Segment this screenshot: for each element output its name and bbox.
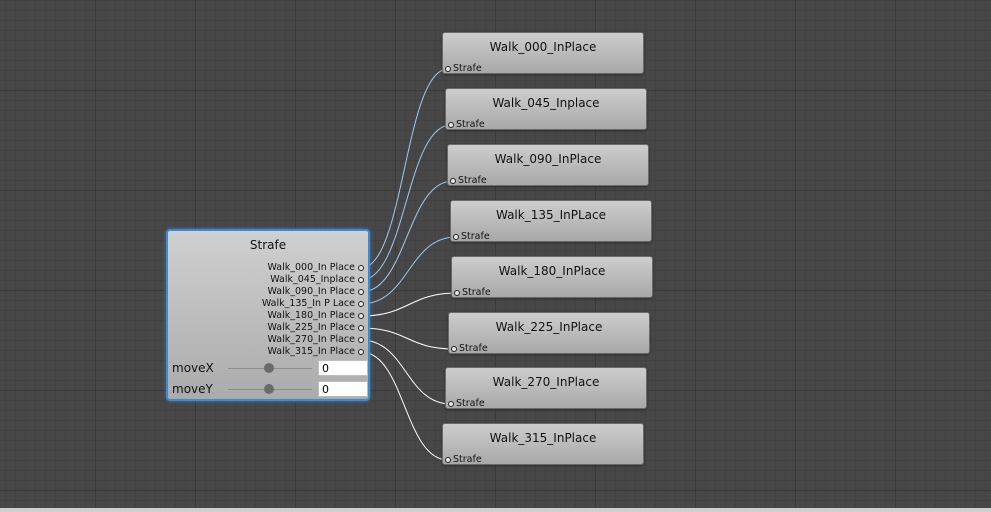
param-label-movey: moveY: [172, 382, 213, 396]
output-port-dot[interactable]: [358, 337, 364, 343]
blend-tree-graph-canvas[interactable]: Strafe Walk_000_In Place Walk_045_Inplac…: [0, 0, 991, 512]
output-port-walk-135[interactable]: Walk_135_In P Lace: [262, 298, 364, 310]
param-value-input-movey[interactable]: [318, 381, 368, 397]
connection-wire: [360, 339, 452, 405]
output-port-walk-270[interactable]: Walk_270_In Place: [268, 334, 364, 346]
output-port-dot[interactable]: [358, 277, 364, 283]
motion-node-walk-270[interactable]: Walk_270_InPlace Strafe: [445, 367, 647, 409]
motion-node-walk-180[interactable]: Walk_180_InPlace Strafe: [451, 256, 653, 298]
motion-node-title: Walk_135_InPLace: [495, 208, 607, 222]
output-port-walk-225[interactable]: Walk_225_In Place: [268, 322, 364, 334]
param-slider-knob-movex[interactable]: [264, 363, 274, 373]
param-value-input-movex[interactable]: [318, 360, 368, 376]
motion-node-title: Walk_270_InPlace: [492, 375, 600, 389]
output-port-dot[interactable]: [358, 325, 364, 331]
input-port-label: Strafe: [456, 398, 485, 409]
motion-node-title: Walk_180_InPlace: [498, 264, 606, 278]
input-port-dot[interactable]: [448, 122, 454, 128]
graph-bottom-strip: [0, 508, 991, 512]
output-port-label: Walk_090_In Place: [267, 286, 355, 297]
input-port-dot[interactable]: [445, 457, 451, 463]
connection-wire: [360, 292, 458, 317]
output-port-dot[interactable]: [358, 289, 364, 295]
input-port-label: Strafe: [456, 119, 485, 130]
input-port-label: Strafe: [453, 63, 482, 74]
input-port-label: Strafe: [459, 343, 488, 354]
motion-node-walk-135[interactable]: Walk_135_InPLace Strafe: [450, 200, 652, 242]
motion-node-walk-000[interactable]: Walk_000_InPlace Strafe: [442, 32, 644, 74]
motion-node-walk-045[interactable]: Walk_045_Inplace Strafe: [445, 88, 647, 130]
output-port-label: Walk_270_In Place: [267, 334, 355, 345]
motion-node-walk-225[interactable]: Walk_225_InPlace Strafe: [448, 312, 650, 354]
input-port-dot[interactable]: [454, 290, 460, 296]
output-port-dot[interactable]: [358, 265, 364, 271]
output-port-dot[interactable]: [358, 313, 364, 319]
motion-node-title: Walk_225_InPlace: [495, 320, 603, 334]
input-port-label: Strafe: [458, 175, 487, 186]
motion-node-title: Walk_000_InPlace: [489, 40, 597, 54]
output-port-walk-180[interactable]: Walk_180_In Place: [268, 310, 364, 322]
output-port-walk-090[interactable]: Walk_090_In Place: [268, 286, 364, 298]
param-row-movex: moveX: [172, 360, 368, 378]
input-port-dot[interactable]: [451, 346, 457, 352]
input-port-dot[interactable]: [453, 234, 459, 240]
output-port-label: Walk_135_In P Lace: [261, 298, 355, 309]
connection-wire: [360, 236, 457, 305]
input-port-dot[interactable]: [448, 401, 454, 407]
param-slider-knob-movey[interactable]: [264, 384, 274, 394]
input-port-label: Strafe: [461, 231, 490, 242]
connection-wire: [360, 327, 455, 350]
input-port-dot[interactable]: [445, 66, 451, 72]
motion-node-title: Walk_090_InPlace: [494, 152, 602, 166]
motion-node-title: Walk_315_InPlace: [489, 431, 597, 445]
input-port-label: Strafe: [462, 287, 491, 298]
connection-wire: [360, 351, 449, 461]
output-port-label: Walk_180_In Place: [267, 310, 355, 321]
output-port-label: Walk_000_In Place: [267, 262, 355, 273]
output-port-walk-045[interactable]: Walk_045_Inplace: [270, 274, 364, 286]
output-port-dot[interactable]: [358, 349, 364, 355]
connection-wire: [360, 124, 452, 281]
input-port-label: Strafe: [453, 454, 482, 465]
output-port-walk-315[interactable]: Walk_315_In Place: [268, 346, 364, 358]
input-port-dot[interactable]: [450, 178, 456, 184]
param-label-movex: moveX: [172, 361, 214, 375]
output-port-label: Walk_315_In Place: [267, 346, 355, 357]
motion-node-walk-315[interactable]: Walk_315_InPlace Strafe: [442, 423, 644, 465]
connection-wire: [360, 68, 449, 269]
param-row-movey: moveY: [172, 381, 368, 399]
connection-wire: [360, 180, 454, 293]
output-port-dot[interactable]: [358, 301, 364, 307]
output-port-label: Walk_045_Inplace: [270, 274, 355, 285]
motion-node-title: Walk_045_Inplace: [492, 96, 600, 110]
motion-node-walk-090[interactable]: Walk_090_InPlace Strafe: [447, 144, 649, 186]
blend-tree-title: Strafe: [249, 238, 287, 252]
blend-tree-node-strafe[interactable]: Strafe Walk_000_In Place Walk_045_Inplac…: [166, 229, 370, 401]
output-port-label: Walk_225_In Place: [267, 322, 355, 333]
output-port-walk-000[interactable]: Walk_000_In Place: [268, 262, 364, 274]
